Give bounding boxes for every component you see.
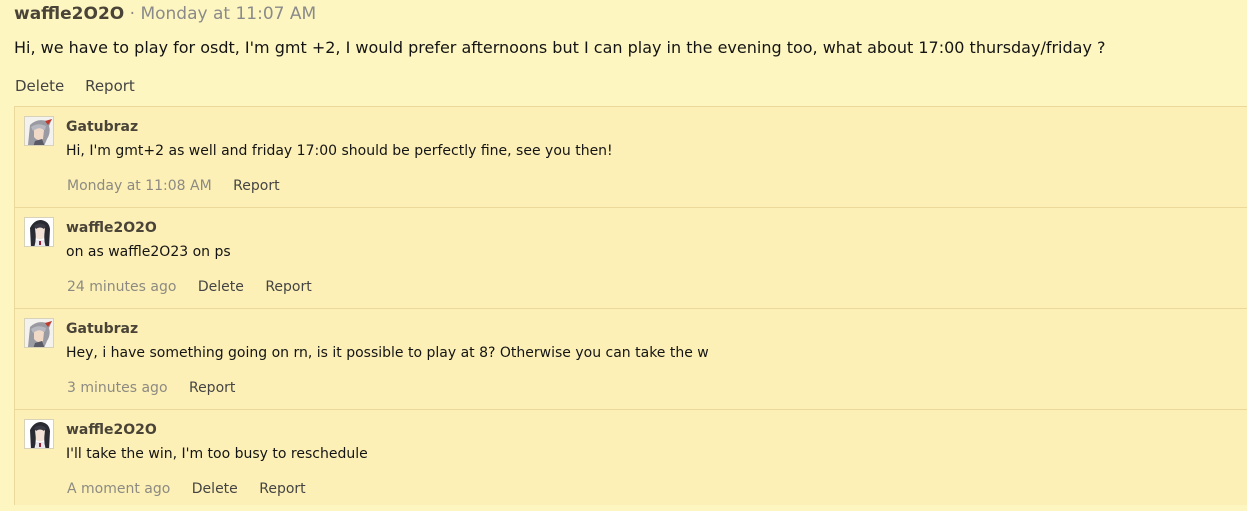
comment-list: Gatubraz Hi, I'm gmt+2 as well and frida… <box>14 106 1247 505</box>
comment-timestamp[interactable]: 24 minutes ago <box>67 279 176 295</box>
comment-author[interactable]: Gatubraz <box>66 320 138 338</box>
comment-item: Gatubraz Hey, i have something going on … <box>15 309 1247 410</box>
comment-text: Hi, I'm gmt+2 as well and friday 17:00 s… <box>66 143 613 159</box>
comment-timestamp[interactable]: 3 minutes ago <box>67 380 168 396</box>
comment-report-link[interactable]: Report <box>189 380 235 396</box>
comment-item: waffle2O2O on as waffle2O23 on ps 24 min… <box>15 208 1247 309</box>
grey-hair-anime-avatar-icon <box>25 319 53 347</box>
comment-report-link[interactable]: Report <box>259 481 305 497</box>
dark-hair-anime-avatar-icon <box>25 420 53 448</box>
comment-item: waffle2O2O I'll take the win, I'm too bu… <box>15 410 1247 511</box>
post-report-link[interactable]: Report <box>85 77 135 95</box>
post-body: Hi, we have to play for osdt, I'm gmt +2… <box>14 38 1106 57</box>
avatar[interactable] <box>24 318 54 348</box>
comment-author[interactable]: Gatubraz <box>66 118 138 136</box>
comment-author[interactable]: waffle2O2O <box>66 421 157 439</box>
post-separator: · <box>129 4 136 24</box>
avatar[interactable] <box>24 419 54 449</box>
comment-timestamp[interactable]: A moment ago <box>67 481 170 497</box>
post-header: waffle2O2O · Monday at 11:07 AM <box>14 3 316 25</box>
comment-actions: A moment ago Delete Report <box>67 479 323 499</box>
comment-timestamp[interactable]: Monday at 11:08 AM <box>67 178 212 194</box>
comment-report-link[interactable]: Report <box>233 178 279 194</box>
post-timestamp[interactable]: Monday at 11:07 AM <box>140 4 316 24</box>
profile-post: waffle2O2O · Monday at 11:07 AM Hi, we h… <box>0 0 1247 505</box>
post-delete-link[interactable]: Delete <box>15 77 64 95</box>
post-actions: Delete Report <box>15 76 151 96</box>
comment-text: I'll take the win, I'm too busy to resch… <box>66 446 368 462</box>
comment-text: on as waffle2O23 on ps <box>66 244 231 260</box>
comment-delete-link[interactable]: Delete <box>192 481 238 497</box>
avatar[interactable] <box>24 217 54 247</box>
comment-item: Gatubraz Hi, I'm gmt+2 as well and frida… <box>15 107 1247 208</box>
grey-hair-anime-avatar-icon <box>25 117 53 145</box>
dark-hair-anime-avatar-icon <box>25 218 53 246</box>
post-author[interactable]: waffle2O2O <box>14 4 124 24</box>
comment-delete-link[interactable]: Delete <box>198 279 244 295</box>
comment-report-link[interactable]: Report <box>265 279 311 295</box>
comment-actions: 24 minutes ago Delete Report <box>67 277 329 297</box>
comment-text: Hey, i have something going on rn, is it… <box>66 345 709 361</box>
comment-author[interactable]: waffle2O2O <box>66 219 157 237</box>
avatar[interactable] <box>24 116 54 146</box>
comment-actions: 3 minutes ago Report <box>67 378 252 398</box>
comment-actions: Monday at 11:08 AM Report <box>67 176 297 196</box>
